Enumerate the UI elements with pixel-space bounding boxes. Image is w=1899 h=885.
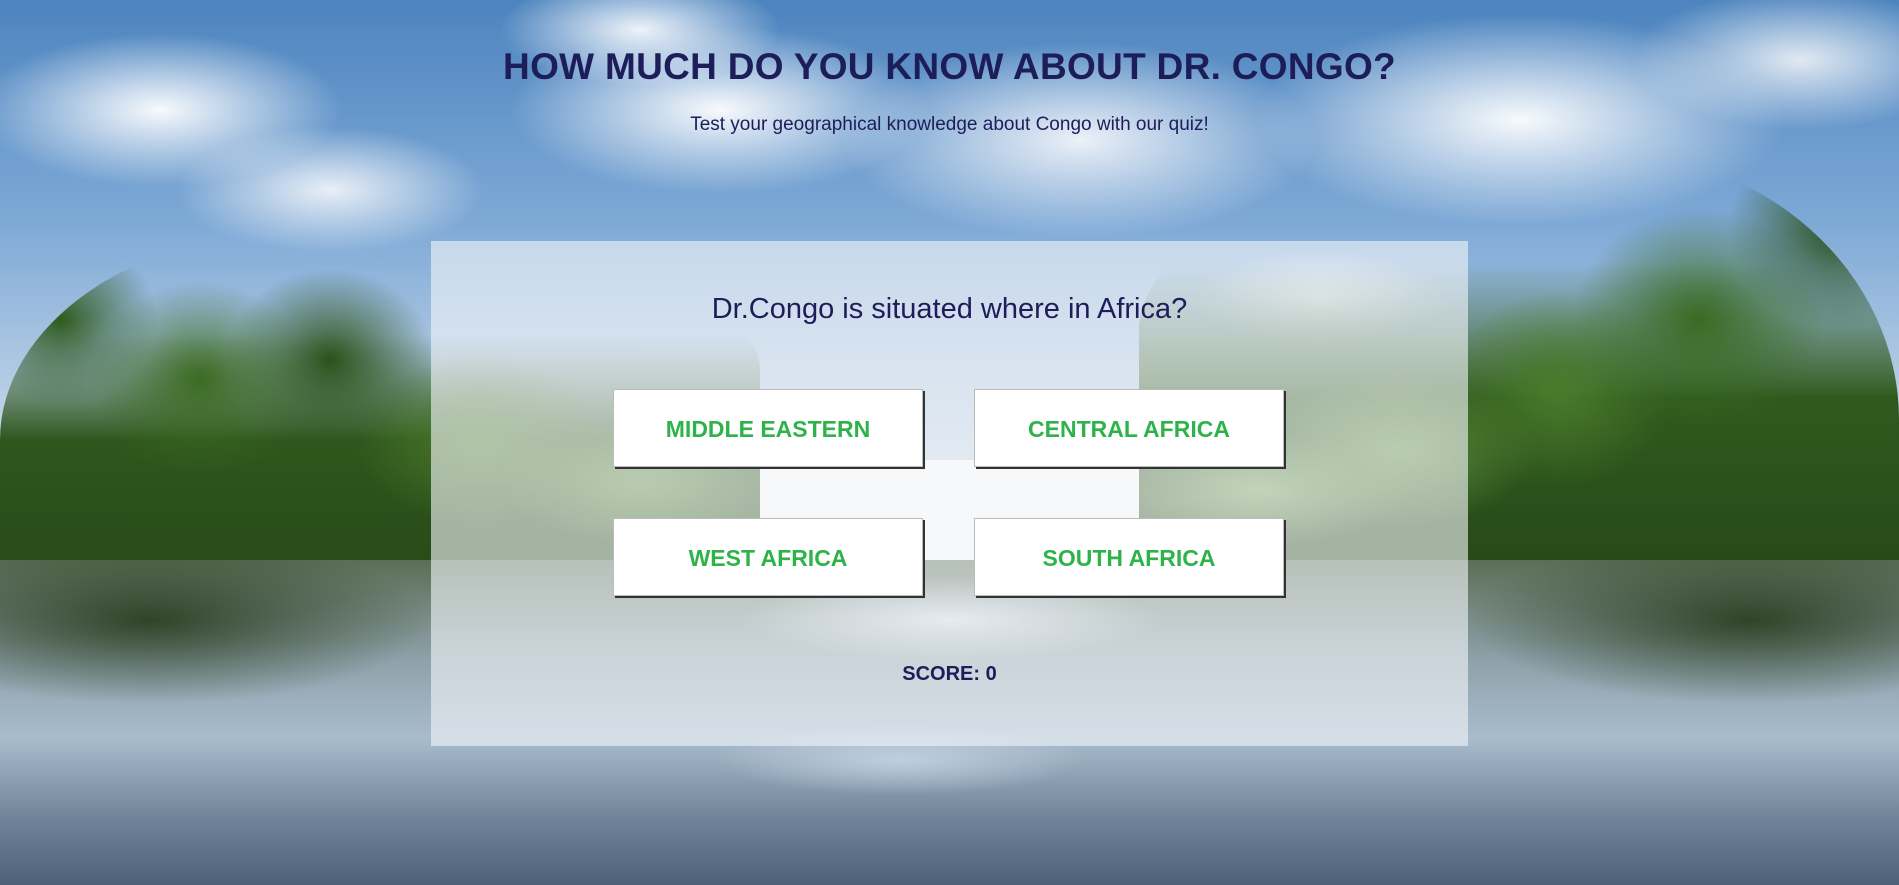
question-text: Dr.Congo is situated where in Africa? [711,293,1188,325]
answer-button-middle-eastern[interactable]: MIDDLE EASTERN [613,389,923,467]
page-header: HOW MUCH DO YOU KNOW ABOUT DR. CONGO? Te… [0,0,1899,136]
page-title: HOW MUCH DO YOU KNOW ABOUT DR. CONGO? [503,46,1396,87]
answer-button-west-africa[interactable]: WEST AFRICA [613,518,923,596]
score-display: SCORE: 0 [431,663,1468,686]
answer-button-south-africa[interactable]: SOUTH AFRICA [974,518,1284,596]
score-value: 0 [985,663,997,685]
quiz-panel: Dr.Congo is situated where in Africa? MI… [431,241,1468,746]
score-label: SCORE: [902,663,981,685]
page-subtitle: Test your geographical knowledge about C… [690,114,1209,135]
quiz-page: HOW MUCH DO YOU KNOW ABOUT DR. CONGO? Te… [0,0,1899,885]
answer-button-central-africa[interactable]: CENTRAL AFRICA [974,389,1284,467]
